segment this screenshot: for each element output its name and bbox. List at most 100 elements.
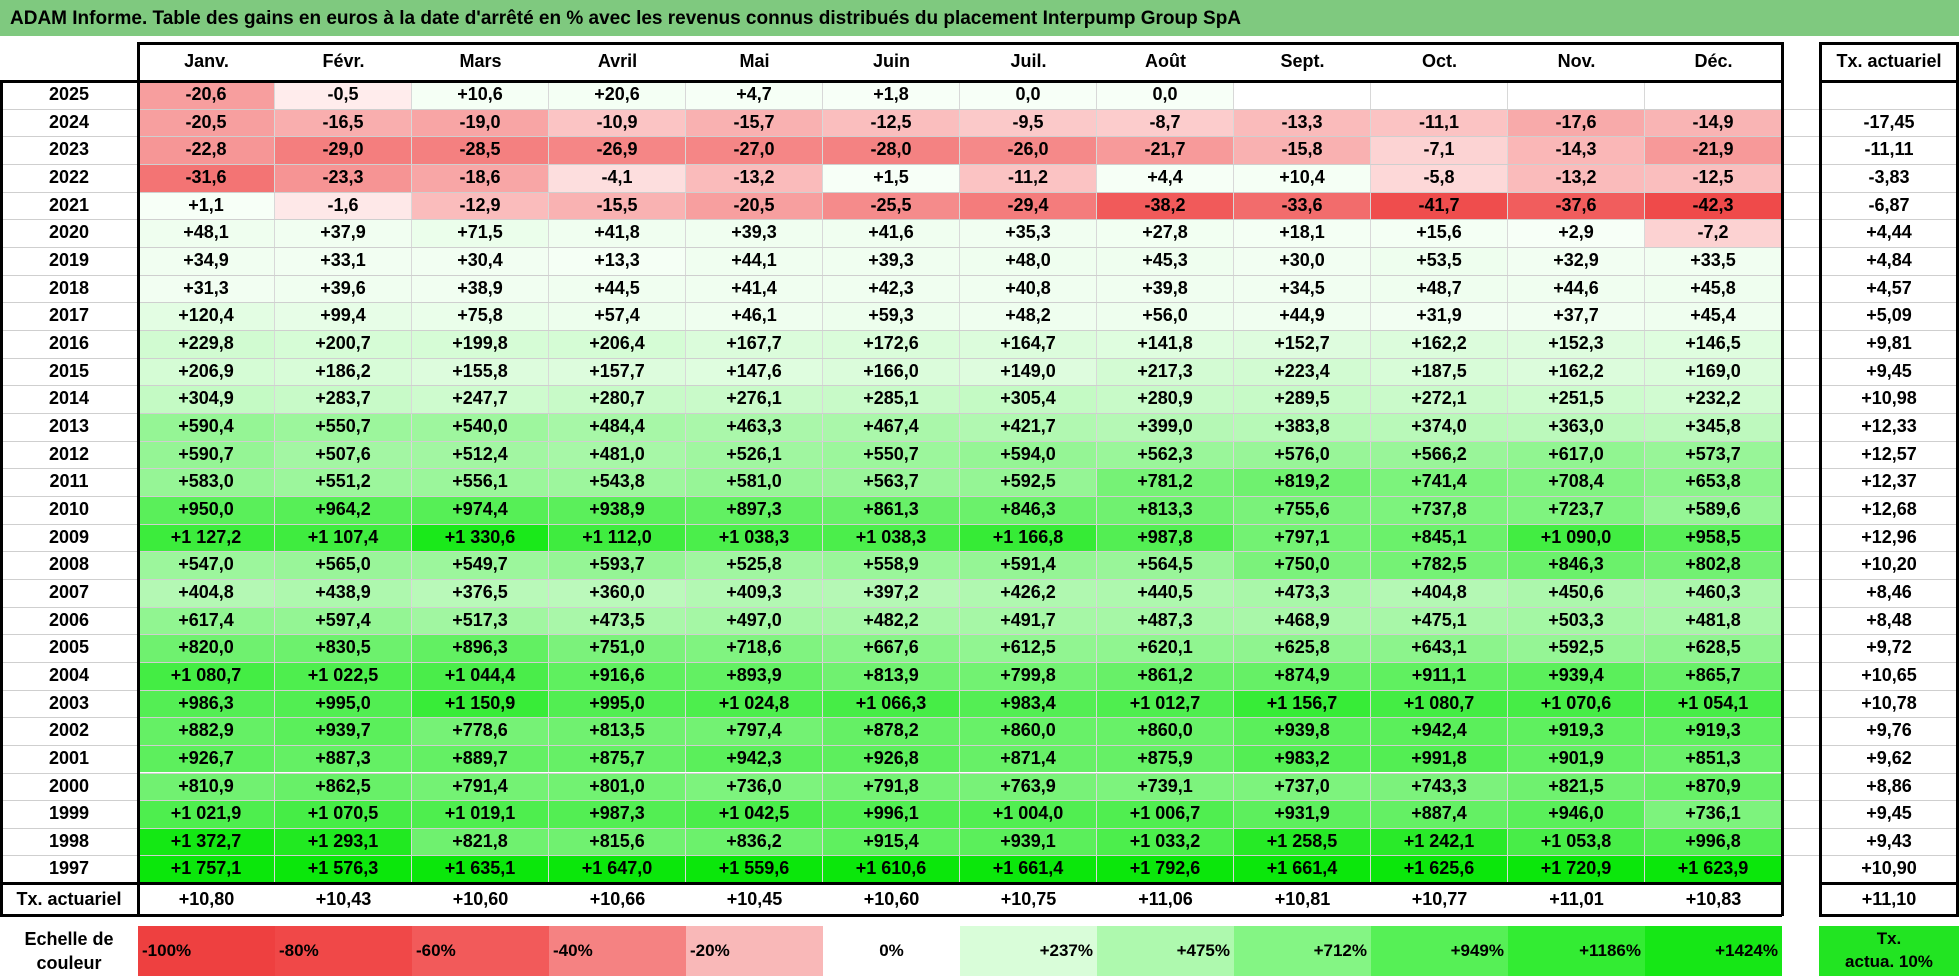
table-cell: -5,8 — [1371, 163, 1508, 192]
table-cell: +141,8 — [1097, 329, 1234, 358]
table-cell: +251,5 — [1508, 385, 1645, 413]
table-cell: +1 033,2 — [1097, 827, 1234, 856]
table-cell: -21,9 — [1645, 136, 1782, 164]
table-cell: +986,3 — [138, 689, 275, 718]
table-cell: +617,4 — [138, 606, 275, 635]
table-cell: +1 004,0 — [960, 800, 1097, 828]
table-cell: +56,0 — [1097, 302, 1234, 330]
table-cell: -11,1 — [1371, 108, 1508, 137]
table-cell: +467,4 — [823, 412, 960, 441]
column-header: Sept. — [1280, 51, 1325, 71]
table-cell: +810,9 — [138, 772, 275, 801]
row-actuarial-value: +8,48 — [1866, 609, 1912, 630]
table-cell: +404,8 — [138, 578, 275, 607]
table-cell: +597,4 — [275, 606, 412, 635]
table-cell: +404,8 — [1371, 578, 1508, 607]
table-cell: +45,4 — [1645, 302, 1782, 330]
table-cell: +878,2 — [823, 717, 960, 745]
row-year-label: 2012 — [48, 443, 90, 464]
table-cell: +48,1 — [138, 219, 275, 247]
grid-line — [1781, 42, 1784, 916]
table-cell: +887,4 — [1371, 800, 1508, 828]
table-cell: +889,7 — [412, 744, 549, 773]
table-cell: +919,3 — [1508, 717, 1645, 745]
table-cell: +199,8 — [412, 329, 549, 358]
table-cell: -20,6 — [138, 81, 275, 109]
table-cell: -13,2 — [686, 163, 823, 192]
table-cell: +566,2 — [1371, 440, 1508, 469]
scale-swatch: +949% — [1371, 926, 1508, 976]
row-actuarial-value: +8,86 — [1866, 775, 1912, 796]
table-cell: +750,0 — [1234, 551, 1371, 579]
table-cell: -29,4 — [960, 191, 1097, 220]
table-cell: +167,7 — [686, 329, 823, 358]
table-cell: +345,8 — [1645, 412, 1782, 441]
table-cell: +799,8 — [960, 661, 1097, 690]
table-cell: -13,3 — [1234, 108, 1371, 137]
table-cell: +155,8 — [412, 357, 549, 386]
row-year-label: 2022 — [48, 166, 90, 187]
table-cell: -21,7 — [1097, 136, 1234, 164]
table-cell: +99,4 — [275, 302, 412, 330]
table-cell: +152,7 — [1234, 329, 1371, 358]
table-cell: +1 070,5 — [275, 800, 412, 828]
footer-cell: +10,75 — [1000, 889, 1057, 909]
table-cell: -15,8 — [1234, 136, 1371, 164]
table-cell: +1 019,1 — [412, 800, 549, 828]
table-cell: +35,3 — [960, 219, 1097, 247]
table-cell: +558,9 — [823, 551, 960, 579]
table-cell: +460,3 — [1645, 578, 1782, 607]
footer-actuarial-value: +11,10 — [1861, 889, 1917, 909]
table-cell: +591,4 — [960, 551, 1097, 579]
table-cell: +146,5 — [1645, 329, 1782, 358]
row-year-label: 2018 — [48, 277, 90, 298]
row-year-label: 2008 — [48, 554, 90, 575]
table-cell: +162,2 — [1508, 357, 1645, 386]
table-cell: +875,9 — [1097, 744, 1234, 773]
table-cell: 0,0 — [1097, 81, 1234, 109]
table-cell: +974,4 — [412, 495, 549, 524]
table-cell: +983,4 — [960, 689, 1097, 718]
table-cell: +463,3 — [686, 412, 823, 441]
table-cell: +360,0 — [549, 578, 686, 607]
table-cell: +781,2 — [1097, 468, 1234, 496]
table-cell: +836,2 — [686, 827, 823, 856]
table-cell: +71,5 — [412, 219, 549, 247]
row-year-label: 2001 — [48, 747, 90, 768]
table-cell: +526,1 — [686, 440, 823, 469]
table-cell: +305,4 — [960, 385, 1097, 413]
table-cell: +830,5 — [275, 634, 412, 662]
grid-line — [0, 108, 1959, 110]
table-cell: +1 757,1 — [138, 855, 275, 884]
table-cell: +438,9 — [275, 578, 412, 607]
table-cell: +946,0 — [1508, 800, 1645, 828]
table-cell: +625,8 — [1234, 634, 1371, 662]
row-actuarial-value: +10,98 — [1861, 388, 1917, 409]
row-year-label: 2017 — [48, 305, 90, 326]
table-cell: +32,9 — [1508, 246, 1645, 275]
table-cell: -27,0 — [686, 136, 823, 164]
table-cell: +861,3 — [823, 495, 960, 524]
table-cell: +57,4 — [549, 302, 686, 330]
table-cell: +34,9 — [138, 246, 275, 275]
table-cell: +862,5 — [275, 772, 412, 801]
row-year-label: 2019 — [48, 249, 90, 270]
table-cell: -29,0 — [275, 136, 412, 164]
table-cell: +1 066,3 — [823, 689, 960, 718]
row-actuarial-value: +4,84 — [1866, 249, 1912, 270]
table-cell: +547,0 — [138, 551, 275, 579]
table-cell: +1 720,9 — [1508, 855, 1645, 884]
row-actuarial-value: +9,45 — [1866, 360, 1912, 381]
grid-line — [0, 855, 1959, 857]
table-cell: +1 258,5 — [1234, 827, 1371, 856]
table-cell: -10,9 — [549, 108, 686, 137]
table-cell: +743,3 — [1371, 772, 1508, 801]
table-cell: +200,7 — [275, 329, 412, 358]
table-cell: +40,8 — [960, 274, 1097, 303]
grid-line — [0, 800, 1959, 802]
table-cell: +995,0 — [549, 689, 686, 718]
table-cell: +820,0 — [138, 634, 275, 662]
footer-cell: +10,60 — [863, 889, 920, 909]
table-cell: +1 559,6 — [686, 855, 823, 884]
table-cell: +1 647,0 — [549, 855, 686, 884]
